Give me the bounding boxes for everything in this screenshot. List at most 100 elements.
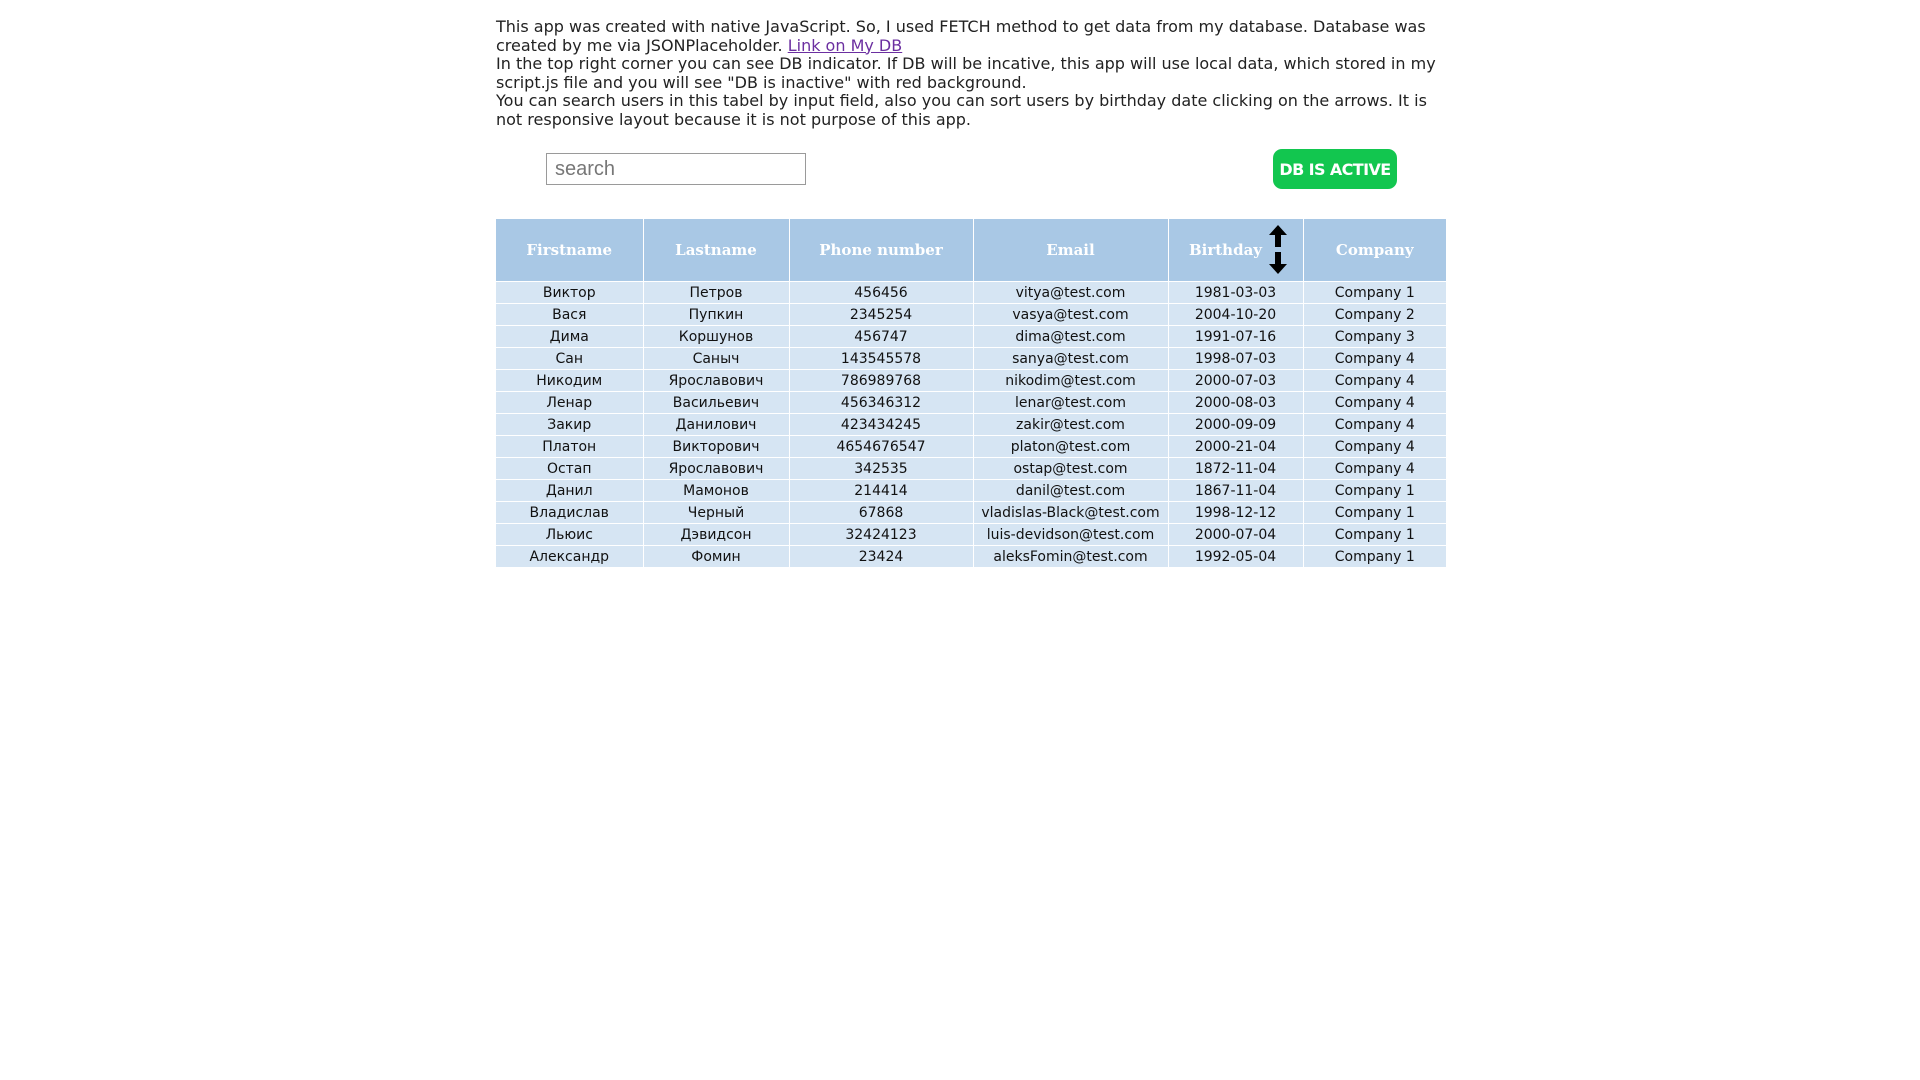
cell-company: Company 3 bbox=[1303, 325, 1446, 348]
cell-company: Company 1 bbox=[1303, 523, 1446, 546]
intro-paragraph-1: This app was created with native JavaScr… bbox=[496, 17, 1446, 55]
column-header-firstname: Firstname bbox=[496, 219, 644, 282]
cell-phone: 143545578 bbox=[789, 347, 974, 370]
cell-email: zakir@test.com bbox=[973, 413, 1169, 436]
cell-birthday: 1998-07-03 bbox=[1168, 347, 1304, 370]
column-header-birthday-label: Birthday bbox=[1188, 241, 1263, 259]
cell-email: ostap@test.com bbox=[973, 457, 1169, 480]
cell-lastname: Черный bbox=[643, 501, 790, 524]
cell-lastname: Саныч bbox=[643, 347, 790, 370]
cell-firstname: Закир bbox=[496, 413, 644, 436]
cell-birthday: 2000-21-04 bbox=[1168, 435, 1304, 458]
controls-bar: DB IS ACTIVE bbox=[496, 149, 1446, 219]
page-container: This app was created with native JavaScr… bbox=[496, 17, 1446, 567]
cell-firstname: Дима bbox=[496, 325, 644, 348]
table-row: Никодим Ярославович 786989768 nikodim@test.… bbox=[496, 369, 1446, 392]
table-row: Виктор Петров 456456 vitya@test.com 1981-03-… bbox=[496, 281, 1446, 304]
cell-email: platon@test.com bbox=[973, 435, 1169, 458]
cell-email: vitya@test.com bbox=[973, 281, 1169, 304]
table-row: Платон Викторович 4654676547 platon@test.co… bbox=[496, 435, 1446, 458]
cell-firstname: Остап bbox=[496, 457, 644, 480]
search-input[interactable] bbox=[546, 153, 806, 185]
cell-lastname: Ярославович bbox=[643, 369, 790, 392]
cell-lastname: Васильевич bbox=[643, 391, 790, 414]
cell-firstname: Виктор bbox=[496, 281, 644, 304]
cell-phone: 456747 bbox=[789, 325, 974, 348]
cell-email: vladislas-Black@test.com bbox=[973, 501, 1169, 524]
cell-company: Company 4 bbox=[1303, 347, 1446, 370]
cell-birthday: 1872-11-04 bbox=[1168, 457, 1304, 480]
cell-lastname: Ярославович bbox=[643, 457, 790, 480]
cell-firstname: Платон bbox=[496, 435, 644, 458]
db-status-badge: DB IS ACTIVE bbox=[1273, 149, 1397, 189]
cell-email: danil@test.com bbox=[973, 479, 1169, 502]
cell-email: sanya@test.com bbox=[973, 347, 1169, 370]
cell-lastname: Данилович bbox=[643, 413, 790, 436]
column-header-phone: Phone number bbox=[789, 219, 974, 282]
cell-company: Company 4 bbox=[1303, 457, 1446, 480]
cell-company: Company 4 bbox=[1303, 413, 1446, 436]
table-row: Ленар Васильевич 456346312 lenar@test.com 20… bbox=[496, 391, 1446, 414]
table-body: Виктор Петров 456456 vitya@test.com 1981-03-… bbox=[496, 281, 1446, 567]
cell-company: Company 1 bbox=[1303, 501, 1446, 524]
cell-company: Company 4 bbox=[1303, 391, 1446, 414]
cell-phone: 4654676547 bbox=[789, 435, 974, 458]
table-row: Владислав Черный 67868 vladislas-Black@test… bbox=[496, 501, 1446, 524]
table-row: Сан Саныч 143545578 sanya@test.com 1998-07-0… bbox=[496, 347, 1446, 370]
sort-controls bbox=[1268, 225, 1288, 275]
intro-line-3: You can search users in this tabel by in… bbox=[496, 91, 1427, 129]
cell-lastname: Мамонов bbox=[643, 479, 790, 502]
cell-phone: 423434245 bbox=[789, 413, 974, 436]
cell-birthday: 1998-12-12 bbox=[1168, 501, 1304, 524]
cell-firstname: Сан bbox=[496, 347, 644, 370]
cell-phone: 2345254 bbox=[789, 303, 974, 326]
arrow-up-icon[interactable] bbox=[1268, 225, 1288, 247]
intro-text: This app was created with native JavaScr… bbox=[496, 17, 1446, 129]
cell-firstname: Ленар bbox=[496, 391, 644, 414]
cell-phone: 786989768 bbox=[789, 369, 974, 392]
db-link[interactable]: Link on My DB bbox=[788, 36, 903, 55]
table-row: Остап Ярославович 342535 ostap@test.com 1872… bbox=[496, 457, 1446, 480]
column-header-lastname: Lastname bbox=[643, 219, 790, 282]
cell-birthday: 1981-03-03 bbox=[1168, 281, 1304, 304]
table-row: Дима Коршунов 456747 dima@test.com 1991-07-1… bbox=[496, 325, 1446, 348]
column-header-email: Email bbox=[973, 219, 1169, 282]
cell-phone: 456346312 bbox=[789, 391, 974, 414]
cell-firstname: Владислав bbox=[496, 501, 644, 524]
cell-lastname: Коршунов bbox=[643, 325, 790, 348]
intro-line-2: In the top right corner you can see DB i… bbox=[496, 54, 1436, 92]
column-header-birthday: Birthday bbox=[1168, 219, 1304, 282]
cell-phone: 342535 bbox=[789, 457, 974, 480]
cell-lastname: Дэвидсон bbox=[643, 523, 790, 546]
cell-company: Company 1 bbox=[1303, 479, 1446, 502]
cell-company: Company 4 bbox=[1303, 369, 1446, 392]
cell-email: vasya@test.com bbox=[973, 303, 1169, 326]
cell-company: Company 2 bbox=[1303, 303, 1446, 326]
table-row: Льюис Дэвидсон 32424123 luis-devidson@test.… bbox=[496, 523, 1446, 546]
cell-company: Company 4 bbox=[1303, 435, 1446, 458]
cell-firstname: Вася bbox=[496, 303, 644, 326]
cell-lastname: Викторович bbox=[643, 435, 790, 458]
arrow-down-icon[interactable] bbox=[1268, 252, 1288, 274]
cell-phone: 456456 bbox=[789, 281, 974, 304]
cell-email: aleksFomin@test.com bbox=[973, 545, 1169, 567]
cell-firstname: Данил bbox=[496, 479, 644, 502]
users-table: Firstname Lastname Phone number Email Bi… bbox=[496, 219, 1446, 567]
cell-phone: 32424123 bbox=[789, 523, 974, 546]
cell-birthday: 2000-09-09 bbox=[1168, 413, 1304, 436]
cell-birthday: 1867-11-04 bbox=[1168, 479, 1304, 502]
cell-email: luis-devidson@test.com bbox=[973, 523, 1169, 546]
cell-company: Company 1 bbox=[1303, 281, 1446, 304]
table-row: Александр Фомин 23424 aleksFomin@test.com 19… bbox=[496, 545, 1446, 567]
cell-birthday: 2000-07-04 bbox=[1168, 523, 1304, 546]
table-row: Данил Мамонов 214414 danil@test.com 1867-11-… bbox=[496, 479, 1446, 502]
table-row: Закир Данилович 423434245 zakir@test.com 200… bbox=[496, 413, 1446, 436]
cell-birthday: 2000-07-03 bbox=[1168, 369, 1304, 392]
cell-firstname: Льюис bbox=[496, 523, 644, 546]
cell-phone: 67868 bbox=[789, 501, 974, 524]
cell-email: dima@test.com bbox=[973, 325, 1169, 348]
table-header-row: Firstname Lastname Phone number Email Bi… bbox=[496, 219, 1446, 282]
cell-company: Company 1 bbox=[1303, 545, 1446, 567]
cell-firstname: Никодим bbox=[496, 369, 644, 392]
column-header-company: Company bbox=[1303, 219, 1446, 282]
